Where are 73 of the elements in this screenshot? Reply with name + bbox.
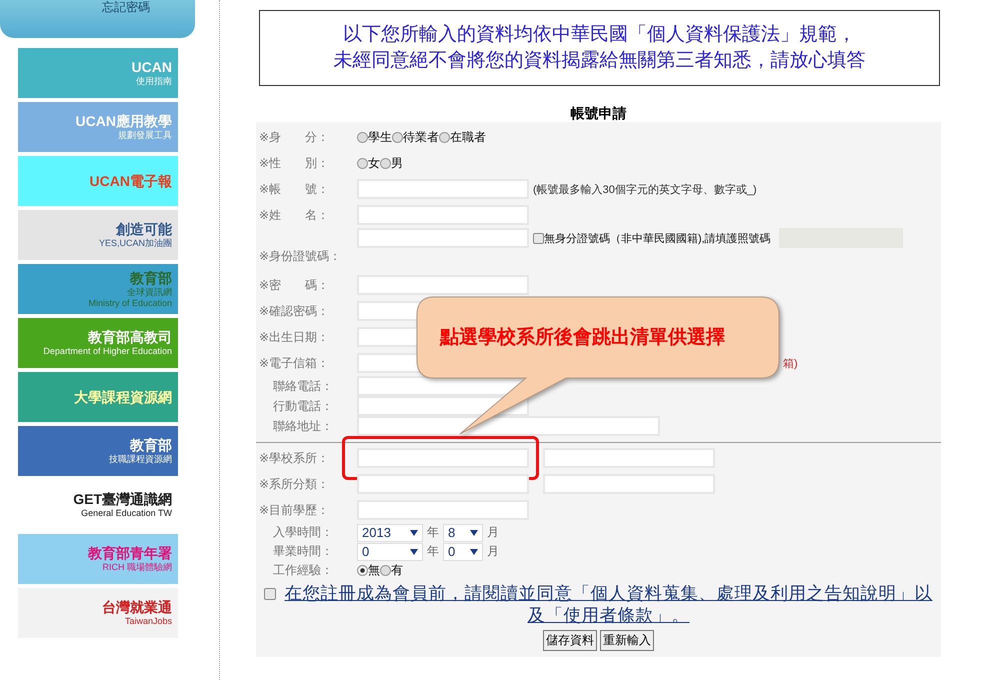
agreement-link[interactable]: 在您註冊成為會員前，請閱讀並同意「個人資料蒐集、處理及利用之告知說明」以及「使用者條款」。 <box>284 582 933 626</box>
banner-link[interactable]: 台灣就業通 TaiwanJobs <box>18 588 178 638</box>
field-hint: (帳號最多輸入30個字元的英文字母、數字或_) <box>533 182 757 196</box>
checkbox[interactable] <box>533 232 544 244</box>
radio-label: 無 <box>368 562 380 579</box>
privacy-notice: 以下您所輸入的資料均依中華民國「個人資料保護法」規範， 未經同意絕不會將您的資料揭露給無關第三者知悉，請放心填答 <box>259 10 940 86</box>
caret-icon <box>410 548 418 554</box>
text-field[interactable] <box>357 500 529 520</box>
text-field[interactable] <box>543 448 715 468</box>
banner-link[interactable]: 教育部高教司 Department of Higher Education <box>18 318 178 368</box>
checkbox-label: 無身分證號碼（非中華民國國籍),請填護照號碼 <box>544 232 771 246</box>
form-title: 帳號申請 <box>570 104 628 122</box>
unit-label: 月 <box>487 524 499 541</box>
field-label: ※姓 名： <box>258 206 330 224</box>
year-dropdown[interactable]: 0 <box>357 542 423 560</box>
unit-label: 月 <box>487 543 499 560</box>
field-label: ※電子信箱： <box>258 354 330 372</box>
radio-button[interactable] <box>380 565 391 576</box>
field-label: ※確認密碼： <box>258 302 330 320</box>
field-label: ※身份證號碼： <box>258 248 342 265</box>
radio-label: 學生 <box>368 128 392 146</box>
field-label: 聯絡電話： <box>272 378 334 394</box>
radio-label: 待業者 <box>403 128 439 146</box>
field-label: ※性 別： <box>258 154 330 172</box>
text-field[interactable] <box>357 179 529 199</box>
banner-link[interactable]: 教育部青年署 RICH 職場體驗網 <box>18 534 178 584</box>
radio-button[interactable] <box>392 132 403 142</box>
year-dropdown[interactable]: 2013 <box>357 524 423 542</box>
radio-label: 男 <box>391 154 403 172</box>
text-field[interactable] <box>543 474 715 494</box>
caret-icon <box>470 548 478 554</box>
field-label: ※身 分： <box>258 128 330 146</box>
text-field[interactable] <box>357 416 660 436</box>
field-label: ※系所分類： <box>258 476 330 492</box>
field-label: ※目前學歷： <box>258 502 330 518</box>
banner-link[interactable]: 大學課程資源網 <box>18 372 178 422</box>
caret-icon <box>470 530 478 536</box>
banner-link[interactable]: 創造可能 YES,UCAN加油團 <box>18 210 178 260</box>
callout-tooltip: 點選學校系所後會跳出清單供選擇 <box>416 296 781 436</box>
unit-label: 年 <box>427 543 439 560</box>
caret-icon <box>410 530 418 536</box>
text-field[interactable] <box>357 448 529 468</box>
field-label: 聯絡地址： <box>272 418 334 434</box>
forgot-password-link[interactable]: 忘記密碼 <box>102 0 150 38</box>
radio-button[interactable] <box>380 158 391 168</box>
field-label: ※密 碼： <box>258 276 330 294</box>
text-field[interactable] <box>357 205 529 225</box>
agreement-checkbox[interactable] <box>264 588 276 600</box>
radio-label: 有 <box>391 562 403 579</box>
radio-button[interactable] <box>357 565 368 576</box>
radio-label: 女 <box>368 154 380 172</box>
field-label: 入學時間： <box>272 524 334 541</box>
text-field[interactable] <box>357 275 529 295</box>
field-label: ※帳 號： <box>258 180 330 198</box>
banner-link[interactable]: 教育部 技職課程資源網 <box>18 426 178 476</box>
field-label: 畢業時間： <box>272 543 334 560</box>
text-field[interactable] <box>357 474 529 494</box>
month-dropdown[interactable]: 8 <box>443 524 483 542</box>
radio-button[interactable] <box>357 158 368 168</box>
field-label: 工作經驗： <box>272 562 334 579</box>
unit-label: 年 <box>427 524 439 541</box>
radio-button[interactable] <box>357 132 368 142</box>
form-button[interactable]: 儲存資料 <box>543 630 597 651</box>
field-hint: 箱) <box>783 356 798 370</box>
month-dropdown[interactable]: 0 <box>443 542 483 560</box>
banner-link[interactable]: UCAN電子報 <box>18 156 178 206</box>
radio-label: 在職者 <box>450 128 486 146</box>
text-field[interactable] <box>357 228 529 248</box>
field-label: ※學校系所： <box>258 450 330 466</box>
field-label: 行動電話： <box>272 398 334 414</box>
field-label: ※出生日期： <box>258 328 330 346</box>
form-button[interactable]: 重新輸入 <box>600 630 654 651</box>
radio-button[interactable] <box>439 132 450 142</box>
